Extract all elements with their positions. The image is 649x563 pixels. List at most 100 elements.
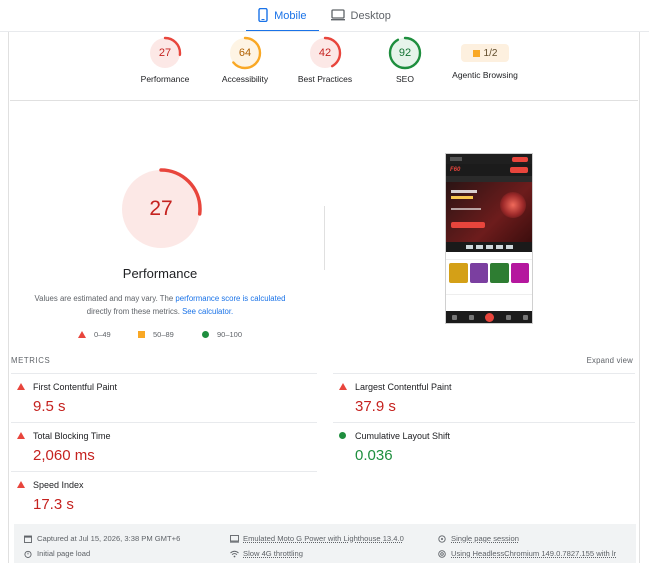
chromium-icon <box>438 549 446 558</box>
metrics-header: METRICS Expand view <box>11 356 633 370</box>
wifi-icon <box>230 550 239 558</box>
thumb-topbar <box>446 154 532 164</box>
agentic-badge: 1/2 <box>461 44 509 62</box>
tab-mobile-label: Mobile <box>274 10 307 22</box>
metrics-divider <box>333 422 635 423</box>
best-practices-gauge: 42 <box>308 36 342 70</box>
emulated-device-text: Emulated Moto G Power with Lighthouse 13… <box>243 534 404 543</box>
metric-si-name: Speed Index <box>33 480 84 490</box>
initial-page-load-text: Initial page load <box>37 549 91 558</box>
metric-cls-name: Cumulative Layout Shift <box>355 431 451 441</box>
seo-gauge: 92 <box>388 36 422 70</box>
page-screenshot-thumbnail[interactable]: F60 <box>445 153 533 324</box>
score-legend: 0–49 50–89 90–100 <box>70 330 270 342</box>
device-tabs: Mobile Desktop <box>0 0 649 32</box>
device-icon <box>230 534 239 543</box>
network-throttling[interactable]: Slow 4G throttling <box>230 549 303 558</box>
poor-triangle-icon <box>17 481 25 488</box>
metric-fcp: First Contentful Paint 9.5 s <box>11 376 311 424</box>
agentic-score: 1/2 <box>483 47 498 59</box>
tab-mobile[interactable]: Mobile <box>246 0 319 32</box>
frame-border-right <box>639 32 640 563</box>
thumb-hero-banner <box>446 182 532 242</box>
performance-score: 27 <box>158 47 172 59</box>
seo-score: 92 <box>398 47 412 59</box>
thumb-game-tiles <box>446 260 532 286</box>
legend-good-label: 90–100 <box>217 330 243 339</box>
legend-average-label: 50–89 <box>153 330 174 339</box>
summary-divider <box>10 100 638 101</box>
metrics-divider <box>11 373 317 374</box>
desktop-icon <box>330 8 345 24</box>
thumb-bottom-nav <box>446 311 532 323</box>
poor-triangle-icon <box>17 432 25 439</box>
legend-poor: 0–49 <box>78 330 111 339</box>
score-summary: 27 Performance 64 Accessibility 42 Best … <box>120 36 540 96</box>
poor-triangle-icon <box>339 383 347 390</box>
metric-fcp-value: 9.5 s <box>33 398 66 415</box>
metric-cls: Cumulative Layout Shift 0.036 <box>333 425 633 473</box>
captured-at-text: Captured at Jul 15, 2026, 3:38 PM GMT+6 <box>37 534 181 543</box>
tab-desktop[interactable]: Desktop <box>319 0 403 32</box>
thumb-payment-logos <box>446 242 532 252</box>
metric-lcp: Largest Contentful Paint 37.9 s <box>333 376 633 424</box>
summary-seo[interactable]: 92 SEO <box>360 36 450 84</box>
performance-big-score: 27 <box>149 197 173 220</box>
metric-si-value: 17.3 s <box>33 496 74 513</box>
best-practices-label: Best Practices <box>297 74 353 84</box>
performance-label: Performance <box>140 74 190 84</box>
average-square-icon <box>472 49 480 57</box>
expand-view-button[interactable]: Expand view <box>587 356 633 365</box>
single-page-session[interactable]: Single page session <box>438 534 519 543</box>
accessibility-gauge: 64 <box>228 36 262 70</box>
browser-version-text: Using HeadlessChromium 149.0.7827.155 wi… <box>451 549 617 558</box>
performance-score-link[interactable]: performance score is calculated <box>175 294 285 303</box>
emulated-device[interactable]: Emulated Moto G Power with Lighthouse 13… <box>230 534 404 543</box>
legend-poor-label: 0–49 <box>94 330 111 339</box>
summary-accessibility[interactable]: 64 Accessibility <box>200 36 290 84</box>
good-circle-icon <box>339 432 346 439</box>
seo-label: SEO <box>396 74 414 84</box>
see-calculator-link[interactable]: See calculator. <box>182 307 233 316</box>
metric-lcp-value: 37.9 s <box>355 398 396 415</box>
performance-note: Values are estimated and may vary. The p… <box>20 292 300 318</box>
legend-average: 50–89 <box>138 330 174 339</box>
poor-triangle-icon <box>17 383 25 390</box>
note-prefix: Values are estimated and may vary. The <box>34 294 176 303</box>
browser-version[interactable]: Using HeadlessChromium 149.0.7827.155 wi… <box>438 549 616 558</box>
calendar-icon <box>24 535 32 543</box>
metrics-divider <box>11 471 317 472</box>
metric-si: Speed Index 17.3 s <box>11 474 311 522</box>
tabs-divider <box>0 31 649 32</box>
average-square-icon <box>138 331 145 338</box>
metrics-divider <box>333 373 635 374</box>
captured-at: Captured at Jul 15, 2026, 3:38 PM GMT+6 <box>24 534 180 543</box>
initial-page-load: Initial page load <box>24 549 90 558</box>
thumb-tags <box>446 252 532 260</box>
performance-big-gauge: 27 <box>118 166 204 252</box>
thumb-popular <box>446 294 532 308</box>
metric-tbt: Total Blocking Time 2,060 ms <box>11 425 311 473</box>
metric-fcp-name: First Contentful Paint <box>33 382 118 392</box>
thumb-nav: F60 <box>446 164 532 176</box>
summary-performance[interactable]: 27 Performance <box>120 36 210 84</box>
timer-icon <box>24 550 32 558</box>
phone-icon <box>258 7 268 25</box>
metric-lcp-name: Largest Contentful Paint <box>355 382 452 392</box>
session-icon <box>438 534 446 543</box>
summary-agentic-browsing[interactable]: 1/2 Agentic Browsing <box>440 36 530 80</box>
thumb-captions <box>446 286 532 294</box>
good-circle-icon <box>202 331 209 338</box>
vertical-separator <box>324 206 325 270</box>
runtime-settings: Captured at Jul 15, 2026, 3:38 PM GMT+6 … <box>14 524 636 563</box>
metrics-heading: METRICS <box>11 356 51 365</box>
frame-border-left <box>8 32 9 563</box>
agentic-label: Agentic Browsing <box>452 70 518 80</box>
tab-desktop-label: Desktop <box>350 10 391 22</box>
legend-good: 90–100 <box>202 330 242 339</box>
network-throttling-text: Slow 4G throttling <box>243 549 303 558</box>
summary-best-practices[interactable]: 42 Best Practices <box>280 36 370 84</box>
accessibility-label: Accessibility <box>221 74 269 84</box>
performance-title: Performance <box>122 266 198 281</box>
single-page-session-text: Single page session <box>451 534 519 543</box>
